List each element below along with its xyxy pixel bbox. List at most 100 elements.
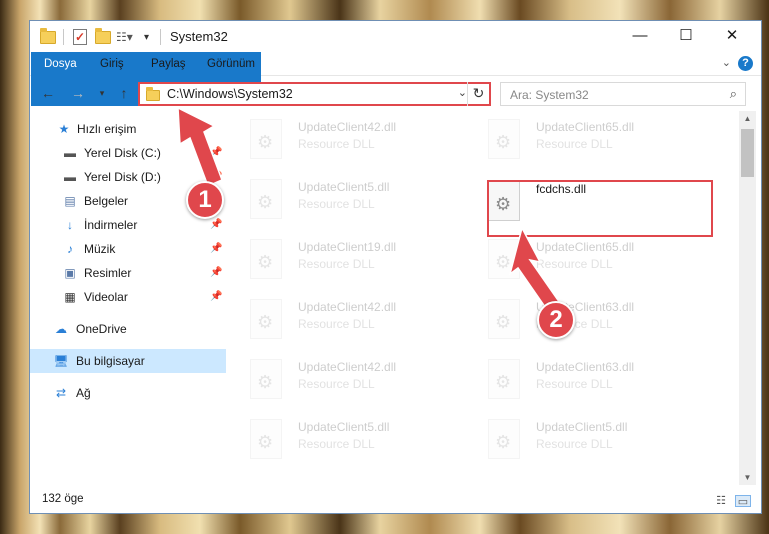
chevron-down-icon[interactable]: ⌄ [458,86,467,99]
sidebar-item-local-disk-c[interactable]: ▬ Yerel Disk (C:) 📌 [30,141,226,165]
step-badge-1: 1 [186,181,224,219]
list-item[interactable]: UpdateClient5.dll Resource DLL [465,417,695,471]
explorer-window: ✓ ☷▾ ▾ System32 — ☐ ✕ Dosya Giriş Paylaş… [29,20,762,514]
chevron-down-icon[interactable]: ⌄ [722,56,731,69]
file-description: Resource DLL [298,137,375,151]
new-folder-icon[interactable] [95,27,111,46]
documents-icon: ▤ [64,194,76,208]
scroll-up-icon[interactable]: ▲ [739,114,756,123]
sidebar-item-videos[interactable]: ▦ Videolar 📌 [30,285,226,309]
drive-icon: ▬ [64,170,76,184]
sidebar-item-label: Müzik [84,242,116,256]
sidebar-item-music[interactable]: ♪ Müzik 📌 [30,237,226,261]
item-count: 132 öge [42,493,84,505]
file-name: UpdateClient42.dll [298,120,397,134]
tab-paylas[interactable]: Paylaş [139,52,198,76]
pin-icon[interactable]: 📌 [210,141,222,165]
list-item[interactable]: UpdateClient42.dll Resource DLL [227,357,457,411]
dll-file-icon [250,119,282,159]
list-item[interactable]: UpdateClient65.dll Resource DLL [465,117,695,171]
file-name: UpdateClient5.dll [298,420,390,434]
dll-file-icon [488,239,520,279]
sidebar-item-this-pc[interactable]: 🖥 Bu bilgisayar [30,349,226,373]
sidebar-item-label: Belgeler [84,194,129,208]
file-name: UpdateClient19.dll [298,240,397,254]
sidebar-item-network[interactable]: ⇄ Ağ [30,381,226,405]
tab-gorunum[interactable]: Görünüm [195,52,267,76]
file-name: UpdateClient42.dll [298,300,397,314]
list-item[interactable]: UpdateClient5.dll Resource DLL [227,177,457,231]
sidebar-item-onedrive[interactable]: ☁ OneDrive [30,317,226,341]
view-options-icon[interactable]: ☷▾ [116,28,133,46]
list-item[interactable]: UpdateClient63.dllResource DLL [465,357,695,411]
help-icon[interactable]: ? [738,56,753,71]
dll-file-icon [250,419,282,459]
address-bar[interactable]: C:\Windows\System32 ⌄ ↻ [138,82,491,106]
annotation-highlight-box [487,180,713,237]
sidebar-item-label: Yerel Disk (C:) [84,146,161,160]
scrollbar-thumb[interactable] [741,129,754,177]
back-arrow-icon[interactable]: ← [38,85,58,101]
recent-locations-chevron-icon[interactable]: ▾ [92,88,112,99]
list-item[interactable]: UpdateClient42.dll Resource DLL [227,117,457,171]
properties-check-icon[interactable]: ✓ [73,28,87,46]
pin-icon[interactable]: 📌 [210,237,222,261]
up-arrow-icon[interactable]: ↑ [114,85,134,101]
file-name: UpdateClient42.dll [298,360,397,374]
dll-file-icon [250,359,282,399]
file-description: Resource DLL [536,437,613,451]
window-title: System32 [170,29,228,44]
pin-icon[interactable]: 📌 [210,285,222,309]
separator [160,28,161,46]
close-button[interactable]: ✕ [709,21,755,52]
tab-giris[interactable]: Giriş [88,52,136,76]
dll-file-icon [488,119,520,159]
list-item[interactable]: UpdateClient5.dll Resource DLL [227,417,457,471]
file-name: UpdateClient5.dll [536,420,628,434]
maximize-button[interactable]: ☐ [663,21,709,52]
pin-icon[interactable]: 📌 [210,261,222,285]
navigation-pane: ★ Hızlı erişim ▬ Yerel Disk (C:) 📌 ▬ Yer… [30,111,226,485]
sidebar-item-pictures[interactable]: ▣ Resimler 📌 [30,261,226,285]
computer-icon: 🖥 [53,354,69,368]
file-name: UpdateClient65.dll [536,240,635,254]
file-description: Resource DLL [536,377,613,391]
pictures-icon: ▣ [64,266,76,280]
file-description: Resource DLL [536,257,613,271]
list-item[interactable]: UpdateClient63.dllResource DLL [465,297,695,351]
file-description: Resource DLL [298,377,375,391]
navigation-row: ← → ▾ ↑ C:\Windows\System32 ⌄ ↻ Ara: Sys… [30,77,761,111]
search-input[interactable]: Ara: System32 ⌕ [500,82,746,106]
dll-file-icon [250,179,282,219]
address-path[interactable]: C:\Windows\System32 [167,87,293,101]
separator [63,28,64,46]
minimize-button[interactable]: — [617,21,663,52]
folder-icon [146,87,160,101]
file-description: Resource DLL [536,137,613,151]
file-description: Resource DLL [298,317,375,331]
sidebar-item-label: Bu bilgisayar [76,354,145,368]
list-item[interactable]: UpdateClient65.dll Resource DLL [465,237,695,291]
dll-file-icon [250,239,282,279]
ribbon-tabs: Dosya Giriş Paylaş Görünüm ⌄ ? [30,52,761,106]
search-icon[interactable]: ⌕ [730,86,737,102]
list-item[interactable]: UpdateClient19.dll Resource DLL [227,237,457,291]
refresh-icon[interactable]: ↻ [467,82,489,106]
sidebar-item-label: İndirmeler [84,218,138,232]
scroll-down-icon[interactable]: ▼ [739,473,756,482]
large-icons-view-icon[interactable]: ▭ [735,495,751,508]
dll-file-icon [250,299,282,339]
forward-arrow-icon[interactable]: → [68,85,88,101]
dll-file-icon [488,299,520,339]
star-icon: ★ [58,122,70,136]
list-item[interactable]: UpdateClient42.dll Resource DLL [227,297,457,351]
dll-file-icon [488,359,520,399]
quick-access-folder-icon[interactable] [40,27,56,46]
vertical-scrollbar[interactable]: ▲ ▼ [739,111,756,485]
details-view-icon[interactable]: ☷ [713,495,729,507]
sidebar-item-label: Resimler [84,266,132,280]
customize-dropdown-icon[interactable]: ▾ [144,28,149,46]
sidebar-item-quick-access[interactable]: ★ Hızlı erişim [30,117,226,141]
sidebar-item-label: Videolar [84,290,128,304]
cloud-icon: ☁ [55,322,67,336]
